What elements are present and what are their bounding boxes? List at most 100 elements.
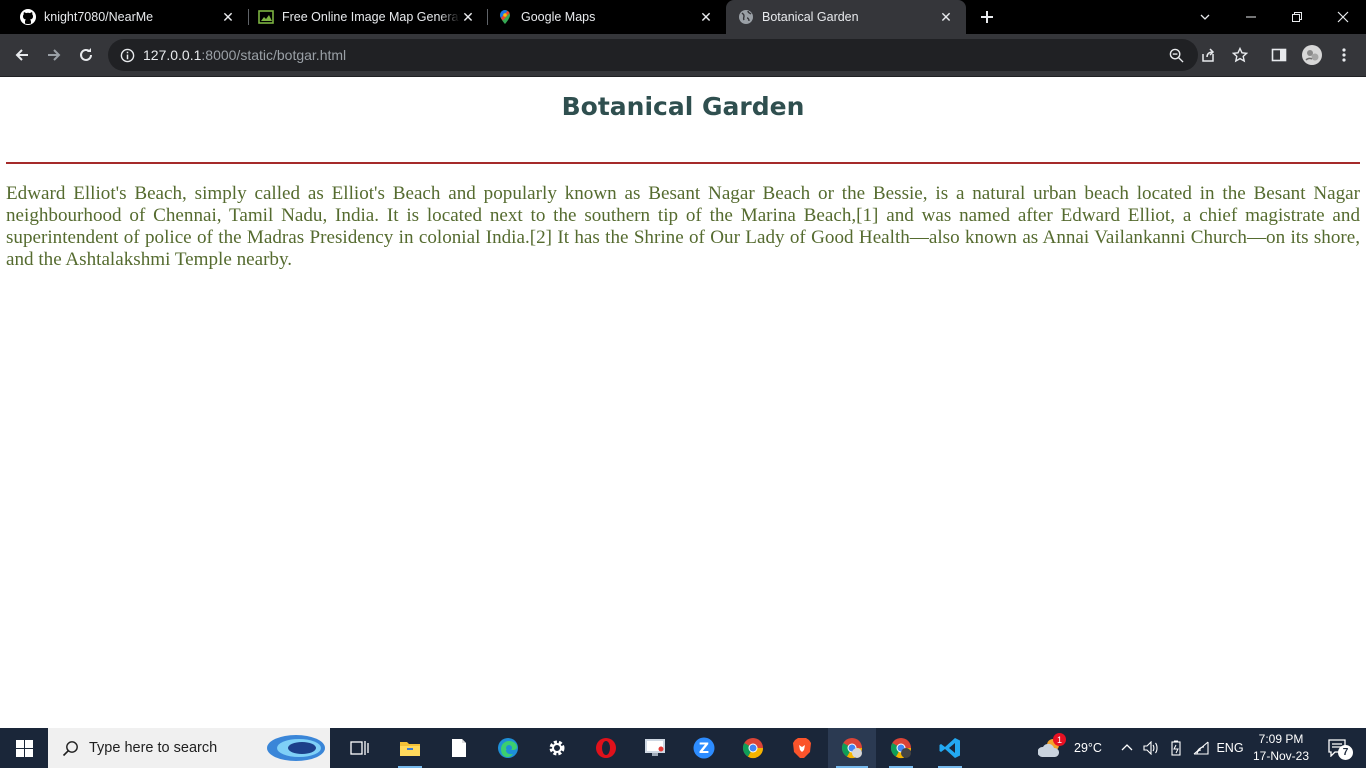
star-icon <box>1232 47 1248 63</box>
github-icon <box>20 9 36 25</box>
tab-google-maps[interactable]: Google Maps ✕ <box>477 0 726 34</box>
battery-icon <box>1171 740 1181 756</box>
start-button[interactable] <box>0 728 48 768</box>
edge-icon <box>498 738 518 758</box>
search-icon <box>62 740 79 757</box>
minimize-icon <box>1246 16 1256 18</box>
zoom-icon[interactable] <box>1168 47 1184 63</box>
page-title: Botanical Garden <box>561 92 805 121</box>
chrome-icon <box>890 738 912 759</box>
task-view-button[interactable] <box>340 728 380 768</box>
remote-desktop-button[interactable] <box>635 728 675 768</box>
arrow-right-icon <box>48 49 61 61</box>
menu-button[interactable] <box>1329 40 1359 70</box>
tab-search-button[interactable] <box>1182 0 1228 34</box>
wifi-icon <box>1193 741 1209 755</box>
clock-date: 17-Nov-23 <box>1252 749 1310 763</box>
image-icon <box>258 9 274 25</box>
back-button[interactable] <box>7 40 37 70</box>
description-paragraph: Edward Elliot's Beach, simply called as … <box>6 183 1360 270</box>
speaker-icon <box>1143 741 1158 755</box>
tab-title: Botanical Garden <box>762 10 859 24</box>
monitor-icon <box>645 739 665 756</box>
tab-title: Free Online Image Map Generator <box>282 10 460 24</box>
clock-time: 7:09 PM <box>1258 732 1304 746</box>
reload-icon <box>80 48 92 61</box>
tab-title: Google Maps <box>521 10 596 24</box>
gear-icon <box>549 740 565 756</box>
minimize-button[interactable] <box>1228 0 1274 34</box>
brave-button[interactable] <box>782 728 822 768</box>
close-icon[interactable]: ✕ <box>220 9 236 25</box>
vscode-icon <box>939 738 960 758</box>
browser-toolbar: 127.0.0.1:8000/static/botgar.html <box>0 34 1366 77</box>
forward-button[interactable] <box>39 40 69 70</box>
profile-button[interactable] <box>1297 40 1327 70</box>
chrome-icon <box>841 738 863 759</box>
battery-button[interactable] <box>1165 728 1187 768</box>
notepad-button[interactable] <box>439 728 479 768</box>
notification-center-button[interactable]: 7 <box>1318 728 1358 768</box>
close-icon <box>1337 11 1349 23</box>
close-window-button[interactable] <box>1320 0 1366 34</box>
arrow-left-icon <box>15 49 28 61</box>
address-bar[interactable]: 127.0.0.1:8000/static/botgar.html <box>108 39 1198 71</box>
svg-text:Z: Z <box>699 741 709 757</box>
horizontal-rule <box>6 162 1360 164</box>
task-view-icon <box>350 741 369 755</box>
search-highlight-icon <box>266 734 326 767</box>
tab-image-map[interactable]: Free Online Image Map Generator ✕ <box>238 0 488 34</box>
restore-icon <box>1292 12 1302 22</box>
reload-button[interactable] <box>71 40 101 70</box>
share-icon <box>1202 48 1215 62</box>
side-panel-button[interactable] <box>1264 40 1294 70</box>
info-icon[interactable] <box>119 47 135 63</box>
opera-button[interactable] <box>586 728 626 768</box>
url-host: 127.0.0.1 <box>143 47 202 63</box>
weather-icon: 1 <box>1038 733 1067 759</box>
opera-icon <box>596 738 616 758</box>
chevron-down-icon <box>1200 14 1210 20</box>
volume-button[interactable] <box>1140 728 1162 768</box>
network-button[interactable] <box>1190 728 1212 768</box>
taskbar-search[interactable]: Type here to search <box>48 728 330 768</box>
zoom-app-icon: Z <box>693 737 715 759</box>
weather-temperature: 29°C <box>1074 741 1102 755</box>
folder-icon <box>400 742 420 756</box>
close-icon[interactable]: ✕ <box>938 9 954 25</box>
notification-icon: 7 <box>1328 739 1353 760</box>
chrome-profile-button[interactable] <box>832 728 872 768</box>
vscode-button[interactable] <box>930 728 970 768</box>
bookmark-button[interactable] <box>1225 40 1255 70</box>
share-button[interactable] <box>1193 40 1223 70</box>
settings-button[interactable] <box>537 728 577 768</box>
file-explorer-button[interactable] <box>390 728 430 768</box>
weather-badge: 1 <box>1053 733 1067 746</box>
chrome-k-profile-button[interactable] <box>881 728 921 768</box>
globe-icon <box>738 9 754 25</box>
new-tab-button[interactable] <box>975 5 999 29</box>
language-label: ENG <box>1216 741 1244 755</box>
chrome-icon <box>742 738 764 759</box>
show-hidden-icons-button[interactable] <box>1116 728 1138 768</box>
language-indicator[interactable]: ENG <box>1214 728 1246 768</box>
avatar-icon <box>1302 45 1322 65</box>
zoom-app-button[interactable]: Z <box>684 728 724 768</box>
chevron-up-icon <box>1121 744 1133 751</box>
close-icon[interactable]: ✕ <box>460 9 476 25</box>
notification-count: 7 <box>1338 745 1353 760</box>
page-content: Botanical Garden Edward Elliot's Beach, … <box>0 77 1366 728</box>
clock[interactable]: 7:09 PM 17-Nov-23 <box>1250 728 1312 768</box>
url-path: :8000/static/botgar.html <box>201 47 347 63</box>
tab-botanical-garden[interactable]: Botanical Garden ✕ <box>726 0 966 34</box>
url-text: 127.0.0.1:8000/static/botgar.html <box>143 47 346 63</box>
weather-widget[interactable]: 1 29°C <box>1030 728 1110 768</box>
restore-button[interactable] <box>1274 0 1320 34</box>
tab-github[interactable]: knight7080/NearMe ✕ <box>0 0 248 34</box>
chrome-button[interactable] <box>733 728 773 768</box>
search-placeholder: Type here to search <box>89 740 218 756</box>
close-icon[interactable]: ✕ <box>698 9 714 25</box>
taskbar: Type here to search Z 1 29°C ENG 7:09 PM… <box>0 728 1366 768</box>
brave-icon <box>793 738 811 758</box>
edge-button[interactable] <box>488 728 528 768</box>
